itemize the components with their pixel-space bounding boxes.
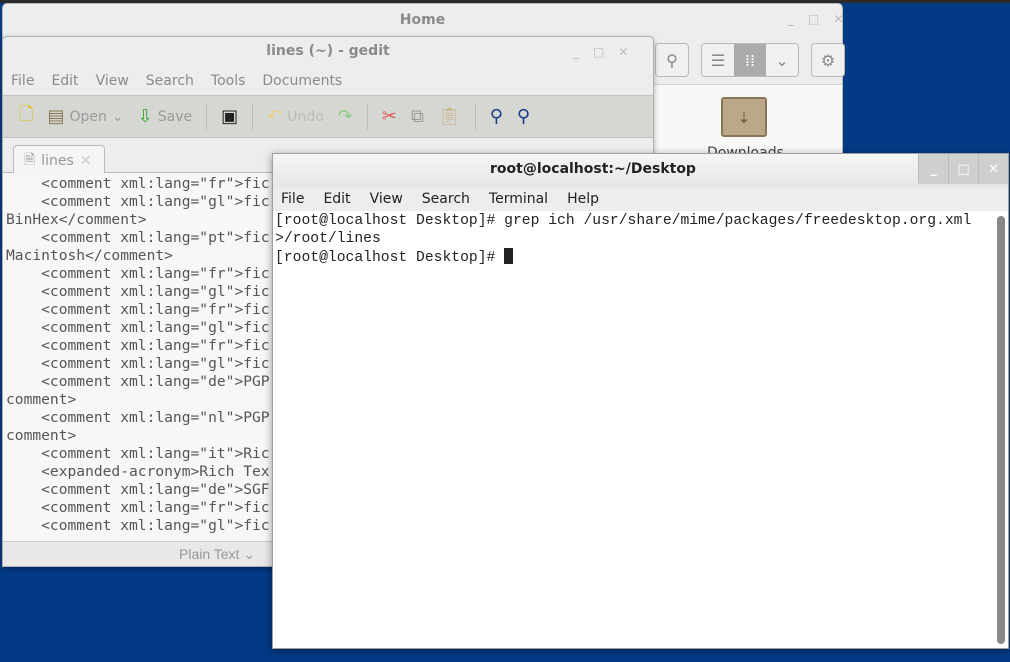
- minimize-button[interactable]: _: [788, 12, 794, 26]
- gear-icon: ⚙: [820, 50, 836, 70]
- close-button[interactable]: ✕: [833, 12, 843, 26]
- clipboard-icon: 📋︎: [437, 106, 461, 127]
- terminal-output[interactable]: [root@localhost Desktop]# grep ich /usr/…: [275, 212, 971, 267]
- new-button[interactable]: 🗋: [15, 102, 37, 132]
- printer-icon: ▣: [221, 106, 239, 127]
- find-button[interactable]: ⚲: [486, 106, 507, 127]
- magnifier-icon: ⚲: [489, 106, 503, 127]
- view-switcher[interactable]: ☰ ⁞⁞ ⌄: [701, 43, 799, 77]
- terminal-prompt: [root@localhost Desktop]#: [275, 250, 505, 266]
- window-title: lines (~) - gedit: [266, 43, 390, 59]
- undo-icon: ↶: [267, 106, 283, 127]
- language-label: Plain Text: [179, 546, 240, 562]
- divider: [474, 103, 476, 130]
- menu-edit[interactable]: Edit: [323, 191, 350, 207]
- grid-view-icon[interactable]: ⁞⁞: [734, 44, 766, 76]
- list-view-icon[interactable]: ☰: [702, 44, 734, 76]
- find-replace-icon: ⚲: [516, 106, 531, 127]
- paste-button[interactable]: 📋︎: [434, 106, 465, 127]
- close-button[interactable]: ✕: [978, 154, 1008, 184]
- new-document-icon: 🗋: [19, 103, 34, 125]
- open-button[interactable]: ▤ Open ⌄: [43, 106, 127, 127]
- redo-button[interactable]: ↷: [334, 106, 357, 127]
- search-icon: ⚲: [666, 50, 678, 70]
- minimize-button[interactable]: _: [918, 154, 948, 184]
- undo-button[interactable]: ↶ Undo: [263, 106, 328, 127]
- scissors-icon: ✂: [381, 106, 397, 127]
- chevron-down-icon[interactable]: ⌄: [766, 44, 798, 76]
- menu-file[interactable]: File: [281, 191, 304, 207]
- window-title: root@localhost:~/Desktop: [490, 161, 696, 177]
- divider: [366, 103, 368, 130]
- menu-terminal[interactable]: Terminal: [489, 191, 548, 207]
- toolbar: 🗋 ▤ Open ⌄ ⇩ Save ▣ ↶ Undo ↷ ✂ ⧉ 📋︎ ⚲ ⚲: [3, 95, 653, 138]
- open-label: Open: [69, 108, 107, 125]
- terminal-line: >/root/lines: [275, 231, 381, 247]
- divider: [252, 103, 254, 130]
- document-icon: 🗎: [24, 151, 36, 168]
- title-bar: root@localhost:~/Desktop _ □ ✕: [273, 154, 1008, 187]
- redo-icon: ↷: [337, 106, 353, 127]
- copy-icon: ⧉: [410, 106, 424, 127]
- chevron-down-icon: ⌄: [243, 546, 256, 562]
- search-button[interactable]: ⚲: [655, 43, 689, 77]
- save-icon: ⇩: [137, 106, 153, 127]
- cut-button[interactable]: ✂: [378, 106, 401, 127]
- scrollbar[interactable]: [997, 216, 1005, 644]
- maximize-button[interactable]: □: [948, 154, 978, 184]
- close-tab-icon[interactable]: ✕: [80, 153, 92, 169]
- menu-file[interactable]: File: [11, 73, 34, 89]
- menu-edit[interactable]: Edit: [51, 73, 78, 89]
- settings-button[interactable]: ⚙: [811, 43, 845, 77]
- tab-label: lines: [41, 152, 74, 169]
- menu-search[interactable]: Search: [146, 73, 194, 89]
- save-label: Save: [157, 108, 193, 125]
- divider: [206, 103, 208, 130]
- menu-documents[interactable]: Documents: [262, 73, 342, 89]
- window-controls: _ □ ✕: [788, 12, 843, 26]
- cursor: [504, 248, 514, 264]
- menu-search[interactable]: Search: [422, 191, 470, 207]
- menu-help[interactable]: Help: [567, 191, 599, 207]
- maximize-button[interactable]: □: [808, 12, 819, 26]
- minimize-button[interactable]: _: [573, 45, 579, 59]
- maximize-button[interactable]: □: [593, 45, 604, 59]
- menu-tools[interactable]: Tools: [211, 73, 246, 89]
- undo-label: Undo: [287, 108, 324, 125]
- tab-lines[interactable]: 🗎 lines ✕: [13, 145, 105, 175]
- terminal-window: root@localhost:~/Desktop _ □ ✕ File Edit V…: [272, 153, 1009, 649]
- replace-button[interactable]: ⚲: [513, 106, 534, 127]
- downloads-folder-icon[interactable]: ⇣: [721, 97, 767, 137]
- print-button[interactable]: ▣: [217, 106, 242, 127]
- menu-view[interactable]: View: [370, 191, 403, 207]
- copy-button[interactable]: ⧉: [407, 106, 428, 127]
- terminal-line: [root@localhost Desktop]# grep ich /usr/…: [275, 213, 972, 229]
- window-controls: _ □ ✕: [573, 45, 628, 59]
- folder-icon: ▤: [47, 106, 65, 127]
- language-selector[interactable]: Plain Text ⌄: [179, 546, 255, 563]
- menu-view[interactable]: View: [96, 73, 129, 89]
- chevron-down-icon[interactable]: ⌄: [112, 109, 124, 125]
- close-button[interactable]: ✕: [618, 45, 628, 59]
- save-button[interactable]: ⇩ Save: [134, 106, 196, 127]
- window-title: Home: [399, 12, 446, 28]
